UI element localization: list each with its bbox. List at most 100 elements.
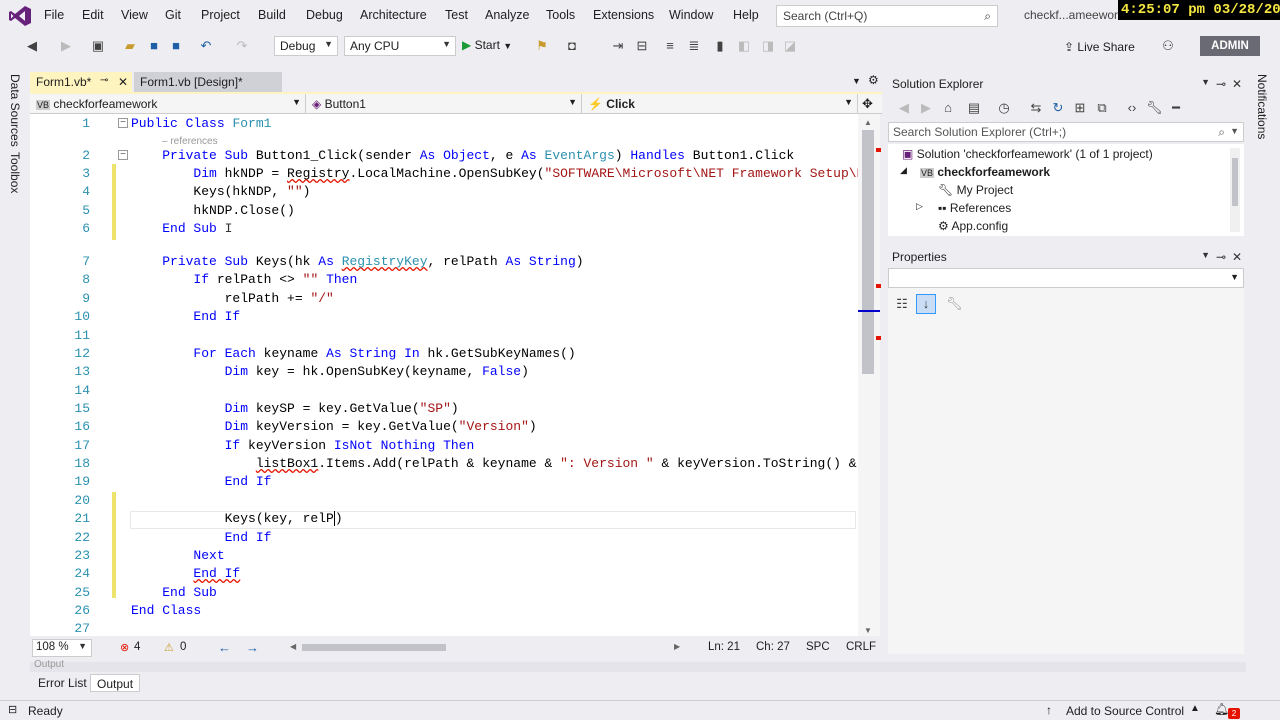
warning-count[interactable]: 0 bbox=[180, 641, 186, 653]
prev-bookmark-icon[interactable]: ◧ bbox=[736, 38, 752, 54]
switch-views-icon[interactable]: ▤ bbox=[966, 100, 982, 116]
menu-help[interactable]: Help bbox=[733, 8, 759, 22]
settings-icon[interactable]: ⚙ bbox=[868, 73, 879, 87]
quick-search-input[interactable]: Search (Ctrl+Q) ⌕ bbox=[776, 5, 998, 27]
warning-icon[interactable]: ⚠ bbox=[164, 641, 174, 654]
close-icon[interactable]: ✕ bbox=[1232, 77, 1242, 91]
tab-error-list[interactable]: Error List bbox=[32, 674, 93, 692]
forward-icon[interactable]: ▶ bbox=[918, 100, 934, 116]
show-all-files-icon[interactable]: ⧉ bbox=[1094, 100, 1110, 116]
chevron-down-icon[interactable]: ▼ bbox=[1201, 77, 1210, 87]
forward-icon[interactable]: ▶ bbox=[58, 38, 74, 54]
tab-form1-design[interactable]: Form1.vb [Design]* bbox=[134, 72, 282, 92]
account-button[interactable]: ADMIN bbox=[1200, 36, 1260, 56]
solution-scrollbar[interactable] bbox=[1230, 148, 1240, 232]
screenshot-icon[interactable]: ◘ bbox=[564, 38, 580, 54]
line-ending-indicator[interactable]: CRLF bbox=[846, 641, 876, 653]
pending-changes-icon[interactable]: ◷ bbox=[996, 100, 1012, 116]
whitespace-indicator[interactable]: SPC bbox=[806, 641, 830, 653]
collapse-icon[interactable]: − bbox=[118, 118, 128, 128]
next-issue-icon[interactable]: → bbox=[246, 640, 259, 655]
tree-solution[interactable]: ▣ Solution 'checkforfeamework' (1 of 1 p… bbox=[902, 147, 1153, 161]
step-over-icon[interactable]: ⇥ bbox=[610, 38, 626, 54]
property-pages-icon[interactable]: 🔧︎ bbox=[946, 296, 963, 312]
tab-form1-vb[interactable]: Form1.vb* ⊸ ✕ bbox=[30, 72, 132, 92]
close-icon[interactable]: ✕ bbox=[1232, 250, 1242, 264]
properties-wrench-icon[interactable]: 🔧︎ bbox=[1146, 100, 1163, 116]
object-dropdown[interactable]: ◈ Button1 ▼ bbox=[308, 94, 582, 114]
window-layout-icon[interactable]: ⊟ bbox=[634, 38, 650, 54]
project-dropdown[interactable]: VB checkforfeamework ▼ bbox=[32, 94, 306, 114]
error-count[interactable]: 4 bbox=[134, 641, 140, 653]
menu-architecture[interactable]: Architecture bbox=[360, 8, 427, 22]
collapse-all-icon[interactable]: ⊞ bbox=[1072, 100, 1088, 116]
scroll-left-icon[interactable]: ◀ bbox=[290, 642, 296, 651]
scrollbar-thumb[interactable] bbox=[1232, 158, 1238, 206]
menu-extensions[interactable]: Extensions bbox=[593, 8, 654, 22]
solution-search-input[interactable]: Search Solution Explorer (Ctrl+;) ⌕ ▼ bbox=[888, 122, 1244, 142]
codelens-references[interactable]: – references bbox=[162, 136, 218, 147]
pin-icon[interactable]: ⊸ bbox=[1216, 77, 1226, 91]
start-button[interactable]: ▶ Start ▼ bbox=[462, 38, 512, 52]
refresh-icon[interactable]: ↻ bbox=[1050, 100, 1066, 116]
save-icon[interactable]: ■ bbox=[146, 38, 162, 54]
save-all-icon[interactable]: ■ bbox=[168, 38, 184, 54]
line-indicator[interactable]: Ln: 21 bbox=[708, 641, 740, 653]
undo-icon[interactable]: ↶ bbox=[198, 38, 214, 54]
properties-object-dropdown[interactable]: ▼ bbox=[888, 268, 1244, 288]
scroll-right-icon[interactable]: ▶ bbox=[674, 642, 680, 651]
scroll-up-icon[interactable]: ▲ bbox=[864, 118, 872, 127]
categorized-icon[interactable]: ☷ bbox=[894, 296, 910, 312]
alphabetical-icon[interactable]: ↓ bbox=[916, 294, 936, 314]
redo-icon[interactable]: ↷ bbox=[234, 38, 250, 54]
visual-studio-logo-icon[interactable] bbox=[8, 5, 32, 27]
scroll-down-icon[interactable]: ▼ bbox=[864, 626, 872, 635]
code-editor[interactable]: 1 2 3 4 5 6 7 8 9 10 11 12 13 14 15 16 17 18 19 20 21 22 23 24 2… bbox=[30, 114, 858, 636]
scrollbar-thumb[interactable] bbox=[862, 130, 874, 374]
tree-project[interactable]: VB checkforfeamework bbox=[920, 165, 1050, 179]
tree-item-my-project[interactable]: 🔧︎ My Project bbox=[938, 183, 1013, 197]
char-indicator[interactable]: Ch: 27 bbox=[756, 641, 790, 653]
zoom-dropdown[interactable]: 108 % ▼ bbox=[32, 639, 92, 657]
menu-analyze[interactable]: Analyze bbox=[485, 8, 529, 22]
back-icon[interactable]: ◀ bbox=[896, 100, 912, 116]
pin-icon[interactable]: ⊸ bbox=[100, 75, 108, 86]
preview-icon[interactable]: ━ bbox=[1168, 100, 1184, 116]
menu-edit[interactable]: Edit bbox=[82, 8, 104, 22]
menu-tools[interactable]: Tools bbox=[546, 8, 575, 22]
menu-test[interactable]: Test bbox=[445, 8, 468, 22]
add-to-source-control-button[interactable]: Add to Source Control bbox=[1066, 704, 1184, 718]
back-icon[interactable]: ◀ bbox=[24, 38, 40, 54]
uncomment-icon[interactable]: ≣ bbox=[686, 38, 702, 54]
view-code-icon[interactable]: ‹› bbox=[1124, 100, 1140, 116]
next-bookmark-icon[interactable]: ◨ bbox=[760, 38, 776, 54]
configuration-dropdown[interactable]: Debug ▼ bbox=[274, 36, 338, 56]
tree-item-references[interactable]: ▪▪ References bbox=[938, 201, 1011, 215]
menu-debug[interactable]: Debug bbox=[306, 8, 343, 22]
chevron-down-icon[interactable]: ▼ bbox=[1201, 250, 1210, 260]
tree-item-app-config[interactable]: ⚙ App.config bbox=[938, 219, 1008, 233]
menu-git[interactable]: Git bbox=[165, 8, 181, 22]
notifications-tab[interactable]: Notifications bbox=[1255, 74, 1269, 139]
notification-bell-icon[interactable]: 🔔︎ bbox=[1214, 702, 1229, 716]
event-dropdown[interactable]: ⚡ Click ▼ bbox=[584, 94, 858, 114]
sync-icon[interactable]: ⇆ bbox=[1028, 100, 1044, 116]
platform-dropdown[interactable]: Any CPU ▼ bbox=[344, 36, 456, 56]
new-project-icon[interactable]: ▣ bbox=[90, 38, 106, 54]
collapse-icon[interactable]: − bbox=[118, 150, 128, 160]
bookmark-icon[interactable]: ▮ bbox=[712, 38, 728, 54]
comment-icon[interactable]: ≡ bbox=[662, 38, 678, 54]
menu-file[interactable]: File bbox=[44, 8, 64, 22]
previous-issue-icon[interactable]: ← bbox=[218, 640, 231, 655]
open-folder-icon[interactable]: ▰ bbox=[122, 38, 138, 54]
tab-output[interactable]: Output bbox=[90, 674, 141, 692]
toolbox-tab[interactable]: Toolbox bbox=[8, 152, 22, 193]
split-editor-icon[interactable]: ✥ bbox=[862, 96, 873, 112]
menu-window[interactable]: Window bbox=[669, 8, 713, 22]
live-share-button[interactable]: ⇪ Live Share bbox=[1064, 40, 1135, 54]
clear-bookmarks-icon[interactable]: ◪ bbox=[782, 38, 798, 54]
chevron-up-icon[interactable]: ▲ bbox=[1190, 703, 1200, 714]
pin-icon[interactable]: ⊸ bbox=[1216, 250, 1226, 264]
browser-link-icon[interactable]: ⚑ bbox=[534, 38, 550, 54]
home-icon[interactable]: ⌂ bbox=[940, 100, 956, 116]
